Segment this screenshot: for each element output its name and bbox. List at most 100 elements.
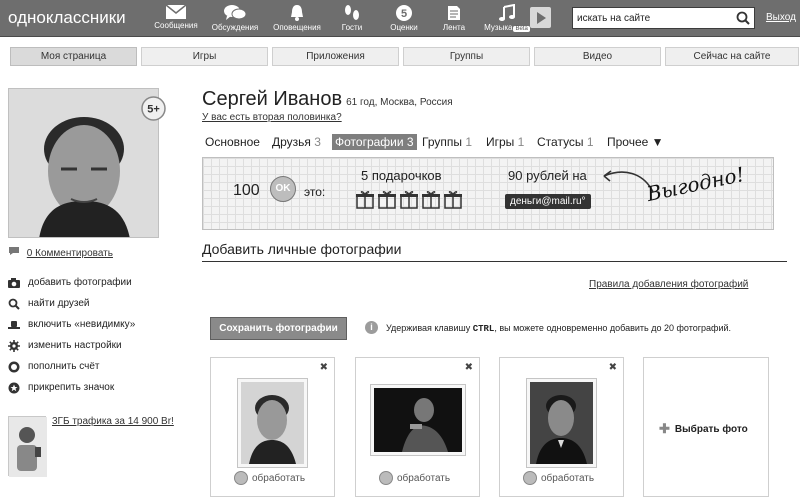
tab-games[interactable]: Игры [141,47,268,66]
photo-card: ✖ обработать [210,357,335,497]
palette-icon [234,471,248,485]
photo-thumbnail[interactable] [526,378,597,468]
rating-five-icon: 5 [396,5,412,21]
nav-music-label: Музыка Beta [484,23,530,32]
gift-icon [400,191,418,209]
banner-eto: это: [304,185,326,199]
beta-badge: Beta [513,26,530,32]
tab-video[interactable]: Видео [534,47,661,66]
tab-online-now[interactable]: Сейчас на сайте [665,47,799,66]
ok-coin-icon: OK [270,176,296,202]
nav-music[interactable]: Музыка Beta [482,4,532,32]
promo-image [9,417,47,477]
menu-find-friends-label: найти друзей [28,298,90,309]
photo-portrait [241,382,304,464]
play-button[interactable] [530,7,551,28]
subnav-photos[interactable]: Фотографии 3 [332,134,417,150]
subnav-friends[interactable]: Друзья 3 [272,135,321,149]
tab-groups[interactable]: Группы [403,47,530,66]
nav-guests-label: Гости [341,23,363,32]
banner-amount: 100 [233,182,260,199]
svg-text:5: 5 [401,8,407,20]
delete-photo-icon[interactable]: ✖ [609,362,617,373]
nav-messages[interactable]: Сообщения [150,4,202,30]
edit-photo-button[interactable]: обработать [523,471,594,485]
menu-attach-badge[interactable]: прикрепить значок [8,377,135,398]
tab-apps[interactable]: Приложения [272,47,399,66]
palette-icon [379,471,393,485]
photo-thumbnail[interactable] [370,384,466,456]
photo-card: ✖ обработать [499,357,624,497]
subnav-more[interactable]: Прочее ▼ [607,135,664,149]
menu-add-photos[interactable]: добавить фотографии [8,272,135,293]
subnav-main[interactable]: Основное [205,135,260,149]
nav-guests[interactable]: Гости [326,4,378,32]
hat-icon [8,320,20,329]
palette-icon [523,471,537,485]
gift-icon [444,191,462,209]
menu-add-photos-label: добавить фотографии [28,277,132,288]
edit-photo-button[interactable]: обработать [234,471,305,485]
comment-link[interactable]: 0 Комментировать [27,248,113,259]
site-logo[interactable]: одноклассники [8,8,126,28]
delete-photo-icon[interactable]: ✖ [320,362,328,373]
footprints-icon [345,5,359,20]
choose-photo-button[interactable]: ✚ Выбрать фото [659,421,748,437]
promo-link[interactable]: 3ГБ трафика за 14 900 Br! [52,416,174,427]
edit-photo-button[interactable]: обработать [379,471,450,485]
menu-invisible[interactable]: включить «невидимку» [8,314,135,335]
profile-name: Сергей Иванов 61 год, Москва, Россия [202,88,453,111]
menu-top-up[interactable]: пополнить счёт [8,356,135,377]
subnav-games[interactable]: Игры 1 [486,135,524,149]
plus-icon: ✚ [659,421,670,436]
save-photos-button[interactable]: Сохранить фотографии [210,317,347,340]
gift-boxes [355,189,463,209]
menu-find-friends[interactable]: найти друзей [8,293,135,314]
profile-avatar[interactable] [8,88,159,238]
ctrl-hint: Удерживая клавишу CTRL, вы можете одновр… [386,323,731,334]
menu-attach-badge-label: прикрепить значок [28,382,115,393]
delete-photo-icon[interactable]: ✖ [465,362,473,373]
coin-icon [8,361,20,372]
banner-gifts: 5 подарочков [361,168,442,183]
rating-badge-icon: 5+ [141,96,166,121]
bell-icon [291,5,303,21]
section-divider [202,261,787,262]
comment-bubble-icon [9,247,19,255]
nav-notifications-label: Оповещения [273,23,321,32]
promo-thumbnail[interactable] [8,416,47,477]
promo-banner[interactable]: 100 OK это: 5 подарочков 90 рублей на де… [202,157,774,230]
photo-thumbnail[interactable] [237,378,308,468]
photo-dark-scene [374,388,462,452]
menu-invisible-label: включить «невидимку» [28,319,136,330]
nav-discussions-label: Обсуждения [211,23,259,32]
search-input[interactable] [573,8,723,29]
music-note-icon [499,4,515,21]
star-badge-icon [8,382,20,393]
choose-photo-card[interactable]: ✚ Выбрать фото [643,357,769,497]
camera-icon [8,277,20,288]
subnav-statuses[interactable]: Статусы 1 [537,135,594,149]
search-icon[interactable] [736,11,750,25]
partner-link[interactable]: У вас есть вторая половинка? [202,112,342,123]
photo-rules-link[interactable]: Правила добавления фотографий [589,279,748,290]
profile-info: 61 год, Москва, Россия [346,97,453,108]
envelope-icon [165,4,187,19]
banner-rubles: 90 рублей на [508,168,587,183]
menu-settings-label: изменить настройки [28,340,122,351]
banner-slogan: Выгодно! [644,161,747,207]
gift-icon [422,191,440,209]
nav-notifications[interactable]: Оповещения [271,4,323,32]
info-icon: i [365,321,378,334]
tab-my-page[interactable]: Моя страница [10,47,137,66]
nav-discussions[interactable]: Обсуждения [209,4,261,32]
nav-ratings[interactable]: 5 Оценки [378,4,430,32]
logout-link[interactable]: Выход [766,12,796,23]
nav-feed-label: Лента [442,23,466,32]
left-menu: добавить фотографии найти друзей включит… [8,272,135,398]
nav-feed[interactable]: Лента [428,4,480,32]
menu-settings[interactable]: изменить настройки [8,335,135,356]
subnav-groups[interactable]: Группы 1 [422,135,472,149]
top-bar: одноклассники Сообщения Обсуждения Опове… [0,0,800,37]
avatar-portrait [9,89,158,237]
